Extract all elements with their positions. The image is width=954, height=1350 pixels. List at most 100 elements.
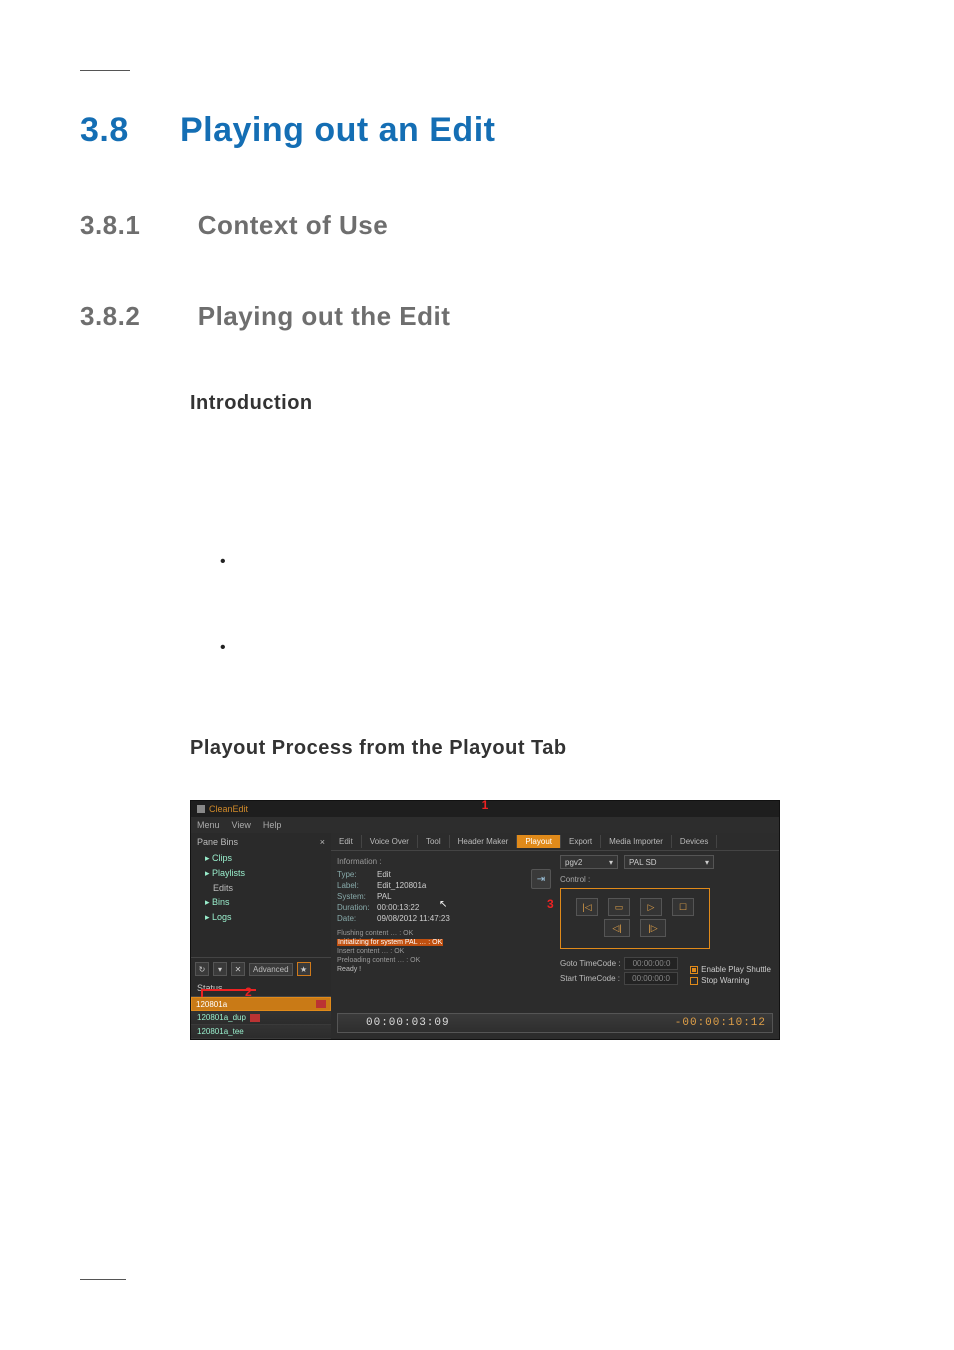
process-heading: Playout Process from the Playout Tab [190,737,874,760]
menu-item[interactable]: Help [263,820,282,830]
info-key: Type: [337,870,377,879]
stop-icon[interactable]: ☐ [672,898,694,916]
checkbox-icon [690,966,698,974]
cursor-icon: ↖ [439,899,447,910]
info-value: Edit_120801a [377,881,426,890]
left-pane: Pane Bins × ▸ Clips ▸ Playlists Edits ▸ … [191,833,331,1039]
close-icon[interactable]: ✕ [231,962,245,976]
tab-playout[interactable]: Playout [517,835,561,848]
app-title: CleanEdit [209,804,248,814]
info-value: Edit [377,870,391,879]
callout-3: 3 [547,897,554,911]
step-fwd-icon[interactable]: |▷ [640,919,666,937]
section-heading: 3.8 Playing out an Edit [80,111,874,150]
list-item-label: 120801a_tee [197,1027,244,1036]
info-key: Label: [337,881,377,890]
bullet-item [220,641,874,657]
tab-header-maker[interactable]: Header Maker [450,835,518,848]
step-back-icon[interactable]: ◁| [604,919,630,937]
tc-current: 00:00:03:09 [366,1017,450,1029]
dropdown-icon[interactable]: ▾ [213,962,227,976]
send-to-control-icon[interactable]: ⇥ [531,869,551,889]
output-select[interactable]: pgv2▾ [560,855,618,869]
start-tc-input[interactable]: 00:00:00:0 [624,972,678,985]
skip-back-icon[interactable]: |◁ [576,898,598,916]
log-area: Flushing content … : OK Initializing for… [337,929,520,974]
stop-warning-checkbox[interactable]: Stop Warning [690,976,771,985]
log-ready: Ready ! [337,965,520,974]
refresh-icon[interactable]: ↻ [195,962,209,976]
tab-devices[interactable]: Devices [672,835,717,848]
callout-1: 1 [482,798,489,812]
app-screenshot: 1 CleanEdit Menu View Help Pane Bins × ▸… [190,800,780,1040]
info-value: 00:00:13:22 [377,903,419,912]
list-item-label: 120801a [196,1000,227,1009]
tab-tool[interactable]: Tool [418,835,450,848]
subsection-1-number: 3.8.1 [80,210,190,241]
checkbox-icon [690,977,698,985]
tab-bar: Edit Voice Over Tool Header Maker Playou… [331,833,779,851]
log-line: Insert content … : OK [337,947,520,956]
subsection-2-title: Playing out the Edit [198,301,451,331]
tree-bins[interactable]: ▸ Bins [197,895,325,910]
pane-bins-label: Pane Bins [197,837,238,847]
section-number: 3.8 [80,111,170,150]
information-label: Information : [337,857,520,866]
subsection-1-heading: 3.8.1 Context of Use [80,210,874,241]
app-icon [197,805,205,813]
menu-item[interactable]: View [232,820,251,830]
advanced-button[interactable]: Advanced [249,963,293,976]
introduction-heading: Introduction [190,392,874,415]
tab-voice-over[interactable]: Voice Over [362,835,418,848]
goto-tc-label: Goto TimeCode : [560,959,620,968]
tree-clips[interactable]: ▸ Clips [197,851,325,866]
section-title: Playing out an Edit [180,111,496,149]
top-rule [80,70,130,71]
subsection-2-number: 3.8.2 [80,301,190,332]
start-tc-label: Start TimeCode : [560,974,620,983]
menu-item[interactable]: Menu [197,820,220,830]
right-pane: Edit Voice Over Tool Header Maker Playou… [331,833,779,1039]
tc-remaining: -00:00:10:12 [675,1017,766,1029]
list-item[interactable]: 120801a_dup [191,1011,331,1025]
log-line-hl: Initializing for system PAL … : OK [337,939,443,946]
log-line: Preloading content … : OK [337,956,520,965]
play-icon[interactable]: ▷ [640,898,662,916]
tab-edit[interactable]: Edit [331,835,362,848]
control-box: 3 |◁ ▭ ▷ ☐ ◁| |▷ [560,888,710,949]
list-item-label: 120801a_dup [197,1013,246,1022]
info-key: Duration: [337,903,377,912]
status-swatch [316,1000,326,1008]
close-icon[interactable]: × [320,837,325,847]
chevron-down-icon: ▾ [705,858,709,867]
control-panel: pgv2▾ PAL SD▾ Control : 3 |◁ ▭ ▷ ☐ [556,851,779,1013]
info-key: Date: [337,914,377,923]
information-panel: ↖ Information : Type:Edit Label:Edit_120… [331,851,526,1013]
tree-logs[interactable]: ▸ Logs [197,910,325,925]
list-item-selected[interactable]: 120801a [191,997,331,1011]
list-item[interactable]: 120801a_tee [191,1025,331,1039]
tab-media-importer[interactable]: Media Importer [601,835,672,848]
tree-playlists[interactable]: ▸ Playlists [197,866,325,881]
frame-icon[interactable]: ▭ [608,898,630,916]
edit-list: 2 120801a 120801a_dup 120801a_tee [191,997,331,1039]
log-line: Flushing content … : OK [337,929,520,938]
status-swatch [250,1014,260,1022]
info-key: System: [337,892,377,901]
left-toolbar: ↻ ▾ ✕ Advanced ★ [191,957,331,980]
timecode-bar: 00:00:03:09 -00:00:10:12 [337,1013,773,1033]
footer-rule [80,1279,126,1280]
tab-export[interactable]: Export [561,835,601,848]
tree-edits[interactable]: Edits [197,881,325,895]
subsection-1-title: Context of Use [198,210,388,240]
control-label: Control : [560,875,771,884]
info-value: 09/08/2012 11:47:23 [377,914,450,923]
info-value: PAL [377,892,392,901]
format-select[interactable]: PAL SD▾ [624,855,714,869]
goto-tc-input[interactable]: 00:00:00:0 [624,957,678,970]
enable-play-shuttle-checkbox[interactable]: Enable Play Shuttle [690,965,771,974]
chevron-down-icon: ▾ [609,858,613,867]
star-icon[interactable]: ★ [297,962,311,976]
subsection-2-heading: 3.8.2 Playing out the Edit [80,301,874,332]
bullet-item [220,555,874,571]
